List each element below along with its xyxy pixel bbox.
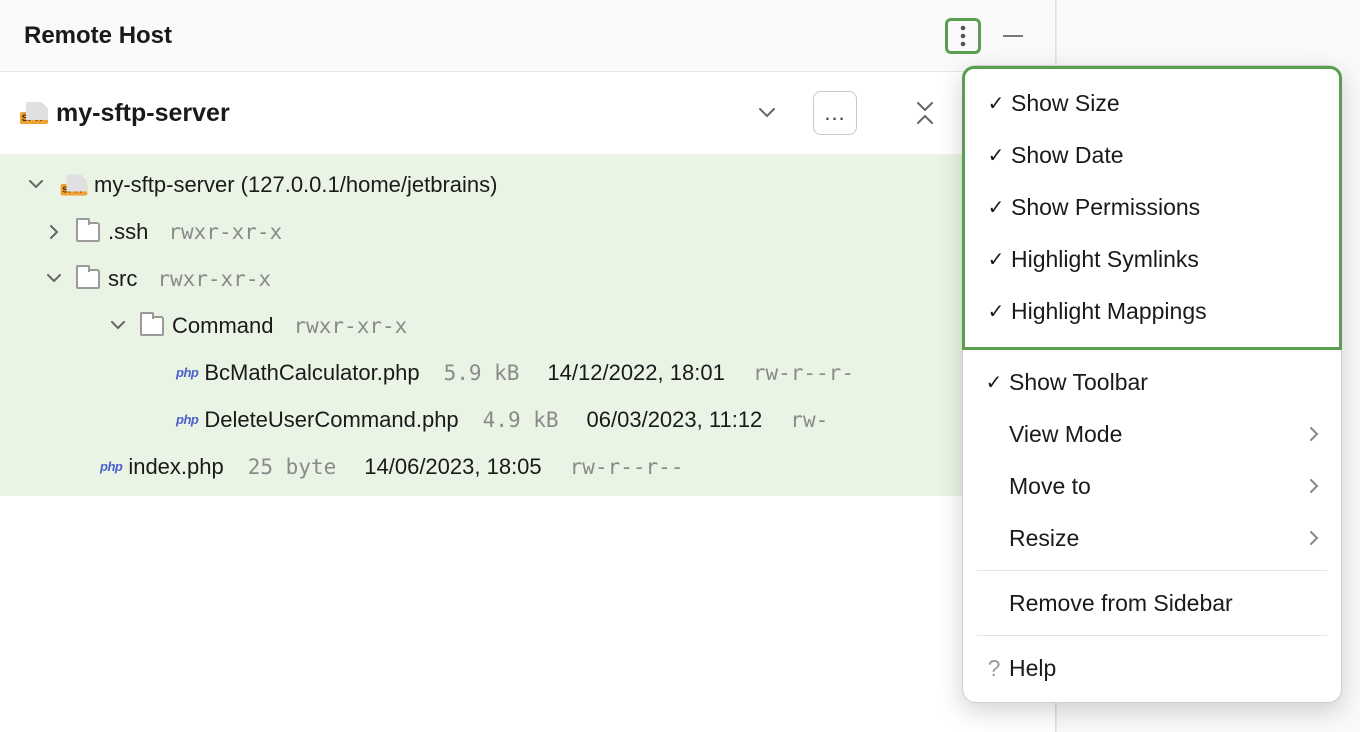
menu-separator <box>977 635 1327 636</box>
tree-folder-ssh[interactable]: .ssh rwxr-xr-x <box>0 208 1055 255</box>
server-toolbar: SFTP my-sftp-server ... <box>0 72 1055 155</box>
folder-name: Command <box>172 313 273 339</box>
menu-item-resize[interactable]: Resize <box>963 512 1341 564</box>
menu-item-show-date[interactable]: ✓ Show Date <box>965 129 1339 181</box>
chevron-right-icon <box>1310 531 1319 545</box>
menu-item-move-to[interactable]: Move to <box>963 460 1341 512</box>
options-menu-display-group: ✓ Show Size ✓ Show Date ✓ Show Permissio… <box>962 66 1342 350</box>
menu-separator <box>977 570 1327 571</box>
chevron-down-icon[interactable] <box>24 180 48 189</box>
menu-item-show-size[interactable]: ✓ Show Size <box>965 77 1339 129</box>
tree-file-row[interactable]: php index.php 25 byte 14/06/2023, 18:05 … <box>0 443 1055 490</box>
minimize-icon <box>1003 35 1023 37</box>
file-size: 5.9 kB <box>444 361 520 385</box>
tree-root-label: my-sftp-server (127.0.0.1/home/jetbrains… <box>94 172 498 198</box>
menu-item-show-toolbar[interactable]: ✓ Show Toolbar <box>963 356 1341 408</box>
chevron-down-icon[interactable] <box>42 274 66 283</box>
kebab-icon <box>960 25 966 47</box>
folder-icon <box>140 316 164 336</box>
php-file-icon: php <box>176 412 198 427</box>
sftp-server-icon: SFTP <box>59 174 88 195</box>
tree-folder-src[interactable]: src rwxr-xr-x <box>0 255 1055 302</box>
folder-name: .ssh <box>108 219 148 245</box>
tree-file-row[interactable]: php DeleteUserCommand.php 4.9 kB 06/03/2… <box>0 396 1055 443</box>
menu-item-remove-from-sidebar[interactable]: Remove from Sidebar <box>963 577 1341 629</box>
check-icon: ✓ <box>981 247 1011 272</box>
file-date: 06/03/2023, 11:12 <box>587 407 763 433</box>
php-file-icon: php <box>100 459 122 474</box>
folder-permissions: rwxr-xr-x <box>168 220 282 244</box>
tree-folder-command[interactable]: Command rwxr-xr-x <box>0 302 1055 349</box>
remote-host-panel: Remote Host SFTP my-sftp-server <box>0 0 1056 732</box>
panel-header-actions <box>945 18 1031 54</box>
chevron-down-icon <box>759 108 775 118</box>
php-file-icon: php <box>176 365 198 380</box>
file-size: 4.9 kB <box>483 408 559 432</box>
file-name: index.php <box>128 454 223 480</box>
options-button[interactable] <box>945 18 981 54</box>
ellipsis-icon: ... <box>824 100 845 126</box>
menu-item-view-mode[interactable]: View Mode <box>963 408 1341 460</box>
minimize-button[interactable] <box>995 18 1031 54</box>
folder-permissions: rwxr-xr-x <box>157 267 271 291</box>
chevron-right-icon <box>1310 427 1319 441</box>
panel-title: Remote Host <box>24 22 945 50</box>
file-name: DeleteUserCommand.php <box>204 407 458 433</box>
folder-icon <box>76 222 100 242</box>
file-permissions: rw-r--r- <box>753 361 854 385</box>
check-icon: ✓ <box>981 143 1011 168</box>
file-name: BcMathCalculator.php <box>204 360 419 386</box>
panel-header: Remote Host <box>0 0 1055 72</box>
check-icon: ✓ <box>981 91 1011 116</box>
options-menu: ✓ Show Size ✓ Show Date ✓ Show Permissio… <box>962 65 1342 703</box>
sftp-server-icon: SFTP <box>18 102 48 124</box>
collapse-all-button[interactable] <box>905 93 945 133</box>
menu-item-help[interactable]: ? Help <box>963 642 1341 694</box>
chevron-down-icon[interactable] <box>106 321 130 330</box>
file-date: 14/06/2023, 18:05 <box>364 454 541 480</box>
file-date: 14/12/2022, 18:01 <box>547 360 724 386</box>
server-dropdown[interactable] <box>747 93 787 133</box>
check-icon: ✓ <box>981 299 1011 324</box>
folder-permissions: rwxr-xr-x <box>293 314 407 338</box>
chevron-right-icon <box>1310 479 1319 493</box>
file-size: 25 byte <box>248 455 337 479</box>
help-icon: ? <box>979 655 1009 682</box>
file-permissions: rw- <box>790 408 828 432</box>
more-actions-button[interactable]: ... <box>813 91 857 135</box>
folder-name: src <box>108 266 137 292</box>
file-permissions: rw-r--r-- <box>570 455 684 479</box>
check-icon: ✓ <box>979 370 1009 395</box>
tree-root-row[interactable]: SFTP my-sftp-server (127.0.0.1/home/jetb… <box>0 161 1055 208</box>
check-icon: ✓ <box>981 195 1011 220</box>
chevron-right-icon[interactable] <box>42 225 66 239</box>
remote-file-tree: SFTP my-sftp-server (127.0.0.1/home/jetb… <box>0 155 1055 496</box>
menu-item-show-permissions[interactable]: ✓ Show Permissions <box>965 181 1339 233</box>
menu-item-highlight-symlinks[interactable]: ✓ Highlight Symlinks <box>965 233 1339 285</box>
server-name: my-sftp-server <box>56 99 741 128</box>
menu-item-highlight-mappings[interactable]: ✓ Highlight Mappings <box>965 285 1339 337</box>
folder-icon <box>76 269 100 289</box>
collapse-icon <box>915 102 935 124</box>
tree-file-row[interactable]: php BcMathCalculator.php 5.9 kB 14/12/20… <box>0 349 1055 396</box>
